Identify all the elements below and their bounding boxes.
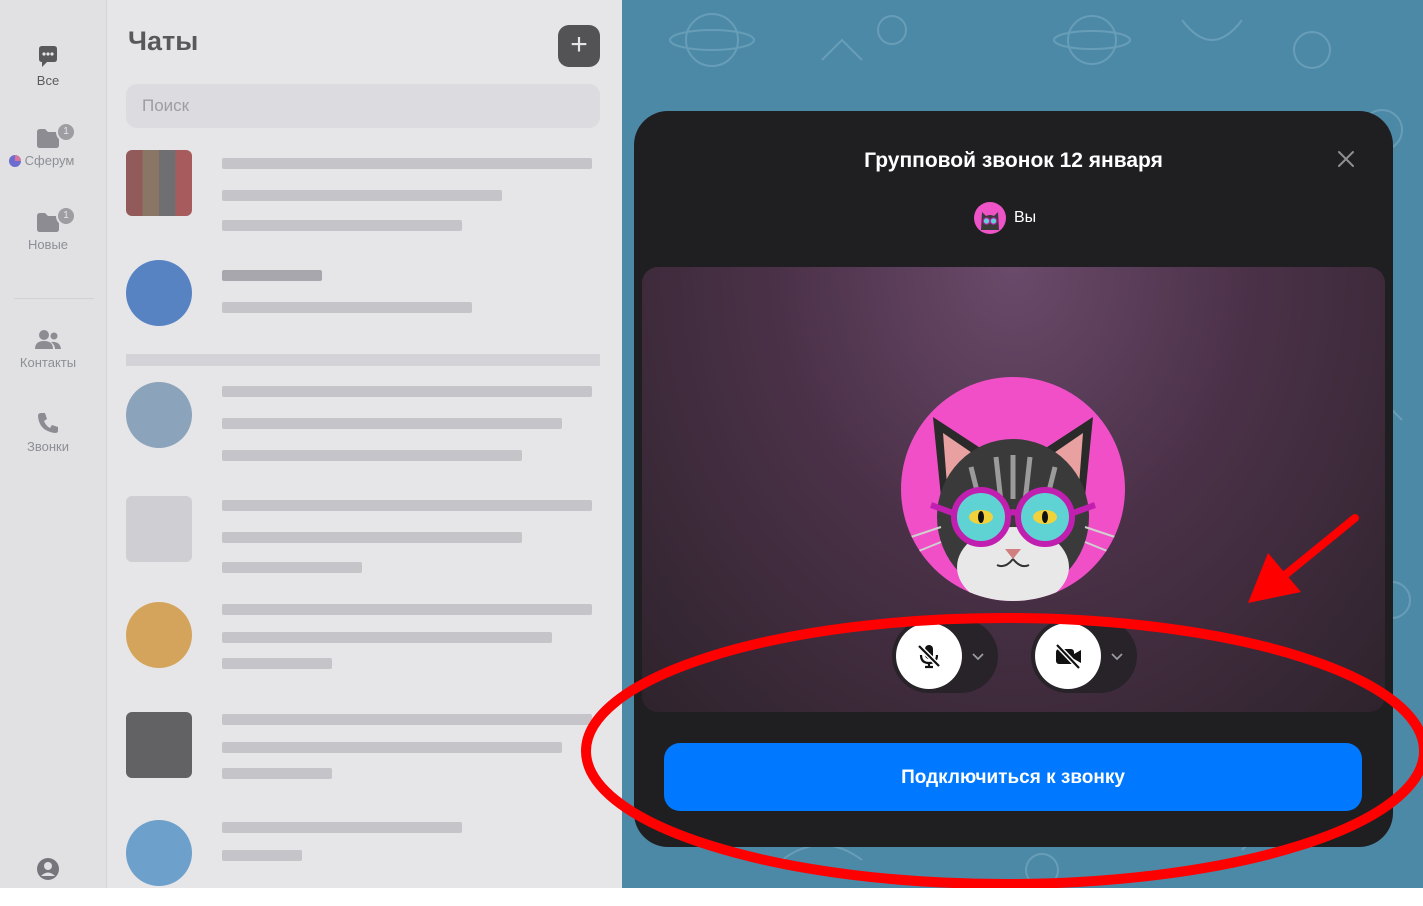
nav-item-label: Все xyxy=(36,73,60,88)
participant-name: Вы xyxy=(1014,209,1037,226)
list-item[interactable] xyxy=(126,256,606,346)
participant-chip: Вы xyxy=(974,201,1036,235)
microphone-control xyxy=(892,619,998,693)
camera-off-icon xyxy=(1055,643,1081,670)
list-item[interactable] xyxy=(126,816,606,906)
avatar xyxy=(126,260,192,326)
join-call-button[interactable]: Подключиться к звонку xyxy=(664,743,1362,811)
unread-badge: 1 xyxy=(56,206,76,226)
cat-avatar-icon xyxy=(981,212,999,230)
chevron-down-icon[interactable] xyxy=(970,648,986,664)
chat-list-panel: Чаты + xyxy=(107,0,622,888)
profile-button[interactable] xyxy=(0,856,96,885)
list-item[interactable] xyxy=(126,378,606,468)
nav-item-label: Звонки xyxy=(27,439,69,454)
sferum-logo-icon xyxy=(8,154,21,167)
nav-item-label: Новые xyxy=(27,237,69,252)
chat-bubble-icon xyxy=(39,46,57,67)
nav-item-sferum[interactable]: 1 Сферум xyxy=(0,122,96,171)
nav-item-contacts[interactable]: Контакты xyxy=(0,328,96,370)
cat-avatar-icon xyxy=(908,417,1118,601)
nav-divider xyxy=(14,298,94,299)
nav-item-all[interactable]: Все xyxy=(0,44,96,88)
list-item[interactable] xyxy=(126,146,606,236)
divider xyxy=(126,354,600,366)
avatar xyxy=(126,150,192,216)
profile-icon xyxy=(37,858,59,880)
call-title: Групповой звонок 12 января xyxy=(864,149,1163,172)
avatar xyxy=(974,202,1006,234)
avatar xyxy=(126,712,192,778)
avatar xyxy=(126,382,192,448)
new-chat-button[interactable]: + xyxy=(558,25,600,67)
call-dialog: Групповой звонок 12 января Вы Подключить… xyxy=(634,111,1393,847)
avatar xyxy=(126,496,192,562)
user-avatar xyxy=(901,377,1125,601)
camera-toggle-button[interactable] xyxy=(1035,623,1101,689)
nav-item-label: Сферум xyxy=(24,153,75,168)
avatar xyxy=(126,820,192,886)
page-title: Чаты xyxy=(128,26,199,56)
camera-control xyxy=(1031,619,1137,693)
chevron-down-icon[interactable] xyxy=(1109,648,1125,664)
nav-item-label: Контакты xyxy=(19,355,77,370)
microphone-toggle-button[interactable] xyxy=(896,623,962,689)
nav-item-calls[interactable]: Звонки xyxy=(0,410,96,454)
close-icon[interactable] xyxy=(1334,147,1358,171)
microphone-off-icon xyxy=(917,644,941,669)
list-item[interactable] xyxy=(126,492,606,582)
list-item[interactable] xyxy=(126,708,606,798)
list-item[interactable] xyxy=(126,598,606,688)
phone-icon xyxy=(38,413,58,433)
video-preview xyxy=(642,267,1385,712)
unread-badge: 1 xyxy=(56,122,76,142)
nav-item-new[interactable]: 1 Новые xyxy=(0,206,96,252)
nav-rail: Все 1 Сферум 1 Новые Контакты Звонки xyxy=(0,0,107,888)
avatar xyxy=(126,602,192,668)
contacts-icon xyxy=(35,330,61,349)
search-input[interactable] xyxy=(126,84,600,128)
